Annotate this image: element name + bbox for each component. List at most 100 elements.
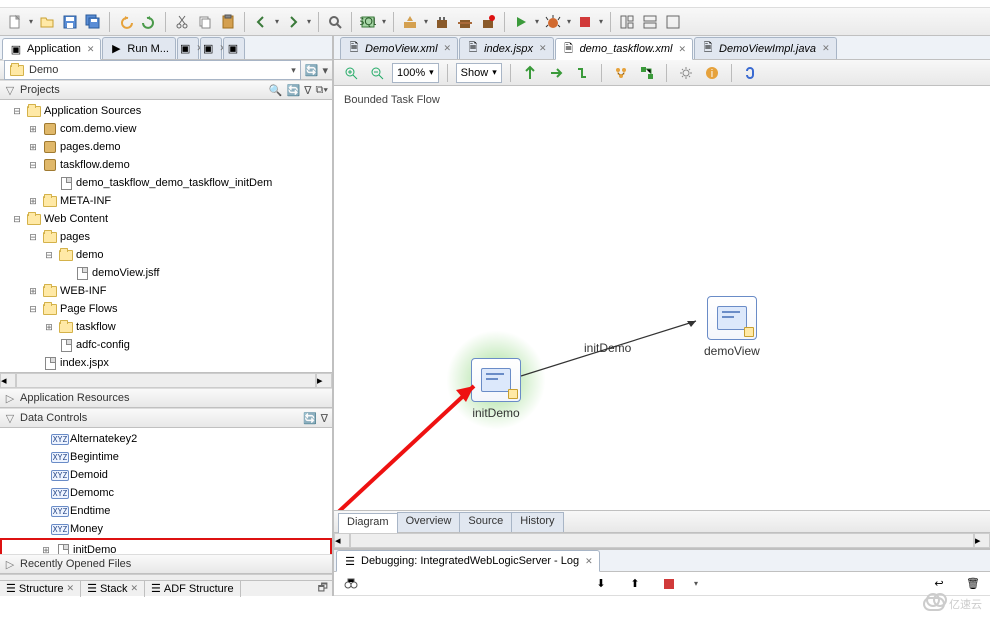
diagram-tab-source[interactable]: Source bbox=[459, 512, 512, 532]
data-controls-tree[interactable]: XYZAlternatekey2XYZBegintimeXYZDemoidXYZ… bbox=[0, 428, 332, 554]
info-tool[interactable]: i bbox=[701, 62, 723, 84]
run-button[interactable] bbox=[510, 11, 532, 33]
dc-node[interactable]: XYZDemoid bbox=[0, 466, 332, 484]
dropdown-icon[interactable]: ▾ bbox=[422, 17, 430, 26]
tab-debug-log[interactable]: ☰Debugging: IntegratedWebLogicServer - L… bbox=[336, 550, 600, 572]
close-icon[interactable]: ✕ bbox=[539, 43, 547, 54]
collapse-icon[interactable]: ▽ bbox=[4, 84, 16, 97]
diagram-tab-diagram[interactable]: Diagram bbox=[338, 513, 398, 533]
tab-mini1[interactable]: ▣✕ bbox=[177, 37, 199, 59]
tree-node[interactable]: ⊟Web Content bbox=[0, 210, 332, 228]
cut-button[interactable] bbox=[171, 11, 193, 33]
app-resources-header[interactable]: ▷ Application Resources bbox=[0, 388, 332, 408]
twisty-icon[interactable]: ⊟ bbox=[42, 250, 56, 261]
scroll-down-icon[interactable]: ⬇ bbox=[590, 573, 612, 595]
paste-button[interactable] bbox=[217, 11, 239, 33]
close-icon[interactable]: ✕ bbox=[67, 583, 75, 594]
zoom-combo[interactable]: 100%▾ bbox=[392, 63, 439, 83]
twisty-icon[interactable]: ⊞ bbox=[39, 545, 53, 555]
copy-button[interactable] bbox=[194, 11, 216, 33]
find-button[interactable] bbox=[324, 11, 346, 33]
tree-node[interactable]: ⊞WEB-INF bbox=[0, 282, 332, 300]
tab-mini3[interactable]: ▣ bbox=[223, 37, 245, 59]
tree-node[interactable]: ⊞com.demo.view bbox=[0, 120, 332, 138]
refresh-icon[interactable]: 🔄 bbox=[286, 84, 300, 97]
redo-button[interactable] bbox=[138, 11, 160, 33]
rebuild-button[interactable] bbox=[454, 11, 476, 33]
twisty-icon[interactable]: ⊞ bbox=[42, 322, 56, 333]
close-icon[interactable]: ✕ bbox=[822, 43, 830, 54]
expand-icon[interactable]: ▷ bbox=[4, 558, 16, 571]
dropdown-icon[interactable]: ▾ bbox=[27, 17, 35, 26]
editor-tab[interactable]: 🗎index.jspx✕ bbox=[459, 37, 553, 59]
node-initdemo[interactable]: initDemo bbox=[471, 358, 521, 420]
router-tool[interactable] bbox=[519, 62, 541, 84]
tree-node[interactable]: ⊟pages bbox=[0, 228, 332, 246]
tab-application[interactable]: ▣Application✕ bbox=[2, 38, 101, 60]
tree-node[interactable]: index.jspx bbox=[0, 354, 332, 372]
settings-tool[interactable] bbox=[675, 62, 697, 84]
dropdown-icon[interactable]: ▾ bbox=[533, 17, 541, 26]
close-icon[interactable]: ✕ bbox=[444, 43, 452, 54]
data-controls-header[interactable]: ▽ Data Controls 🔄 ∇ bbox=[0, 408, 332, 428]
sync-icon[interactable]: 🔍 bbox=[269, 84, 283, 97]
sql-button[interactable]: SQL bbox=[357, 11, 379, 33]
stop-button[interactable] bbox=[574, 11, 596, 33]
refresh-icon[interactable]: 🔄 bbox=[305, 64, 319, 77]
menu-icon[interactable]: ▾ bbox=[322, 64, 328, 77]
close-icon[interactable]: ✕ bbox=[87, 44, 95, 55]
tab-mini2[interactable]: ▣✕ bbox=[200, 37, 222, 59]
twisty-icon[interactable]: ⊞ bbox=[26, 196, 40, 207]
tree-node[interactable]: ⊞taskflow bbox=[0, 318, 332, 336]
dropdown-icon[interactable]: ▾ bbox=[380, 17, 388, 26]
editor-tab[interactable]: 🗎demo_taskflow.xml✕ bbox=[555, 38, 693, 60]
dc-node[interactable]: ⊞initDemo bbox=[3, 541, 329, 554]
dropdown-icon[interactable]: ▾ bbox=[305, 17, 313, 26]
cancel-build-button[interactable] bbox=[477, 11, 499, 33]
undo-button[interactable] bbox=[115, 11, 137, 33]
binding-tool[interactable] bbox=[740, 62, 762, 84]
wrap-icon[interactable]: ↩ bbox=[928, 573, 950, 595]
twisty-icon[interactable]: ⊟ bbox=[26, 160, 40, 171]
tab-run[interactable]: ▶Run M... bbox=[102, 37, 176, 59]
diagram-tab-overview[interactable]: Overview bbox=[397, 512, 461, 532]
app-selector[interactable]: Demo ▾ bbox=[4, 60, 301, 80]
zoom-out-button[interactable] bbox=[366, 62, 388, 84]
twisty-icon[interactable]: ⊟ bbox=[26, 232, 40, 243]
dc-node[interactable]: XYZEndtime bbox=[0, 502, 332, 520]
layout3-button[interactable] bbox=[662, 11, 684, 33]
dropdown-icon[interactable]: ▾ bbox=[565, 17, 573, 26]
tree-node[interactable]: ⊞META-INF bbox=[0, 192, 332, 210]
filter-icon[interactable]: ∇ bbox=[321, 412, 328, 425]
clear-icon[interactable]: 🗑 bbox=[962, 573, 984, 595]
tab-structure[interactable]: ☰Structure✕ bbox=[0, 581, 81, 597]
tree-node[interactable]: ⊟taskflow.demo bbox=[0, 156, 332, 174]
tree-node[interactable]: ⊟demo bbox=[0, 246, 332, 264]
show-combo[interactable]: Show▾ bbox=[456, 63, 502, 83]
h-scrollbar[interactable]: ◂▸ bbox=[0, 372, 332, 388]
editor-tab[interactable]: 🗎DemoViewImpl.java✕ bbox=[694, 37, 837, 59]
new-button[interactable] bbox=[4, 11, 26, 33]
make-button[interactable] bbox=[431, 11, 453, 33]
dc-node[interactable]: XYZMoney bbox=[0, 520, 332, 538]
filter-icon[interactable]: ∇ bbox=[304, 84, 311, 97]
layout2-button[interactable] bbox=[639, 11, 661, 33]
dc-node[interactable]: XYZDemomc bbox=[0, 484, 332, 502]
deploy-button[interactable] bbox=[399, 11, 421, 33]
twisty-icon[interactable]: ⊟ bbox=[26, 304, 40, 315]
twisty-icon[interactable]: ⊞ bbox=[26, 142, 40, 153]
editor-tab[interactable]: 🗎DemoView.xml✕ bbox=[340, 37, 458, 59]
tree-node[interactable]: adfc-config bbox=[0, 336, 332, 354]
layout-button[interactable] bbox=[616, 11, 638, 33]
refresh-icon[interactable]: 🔄 bbox=[303, 412, 317, 425]
diagram-tab-history[interactable]: History bbox=[511, 512, 563, 532]
options-icon[interactable]: ⧉▾ bbox=[316, 84, 328, 97]
debug-button[interactable] bbox=[542, 11, 564, 33]
close-icon[interactable]: ✕ bbox=[679, 44, 687, 55]
expand-icon[interactable]: ▷ bbox=[4, 392, 16, 405]
project-tree[interactable]: ⊟Application Sources⊞com.demo.view⊞pages… bbox=[0, 100, 332, 372]
binoculars-icon[interactable] bbox=[340, 573, 362, 595]
group-tool[interactable] bbox=[636, 62, 658, 84]
recent-files-header[interactable]: ▷ Recently Opened Files bbox=[0, 554, 332, 574]
layout-tool[interactable] bbox=[610, 62, 632, 84]
